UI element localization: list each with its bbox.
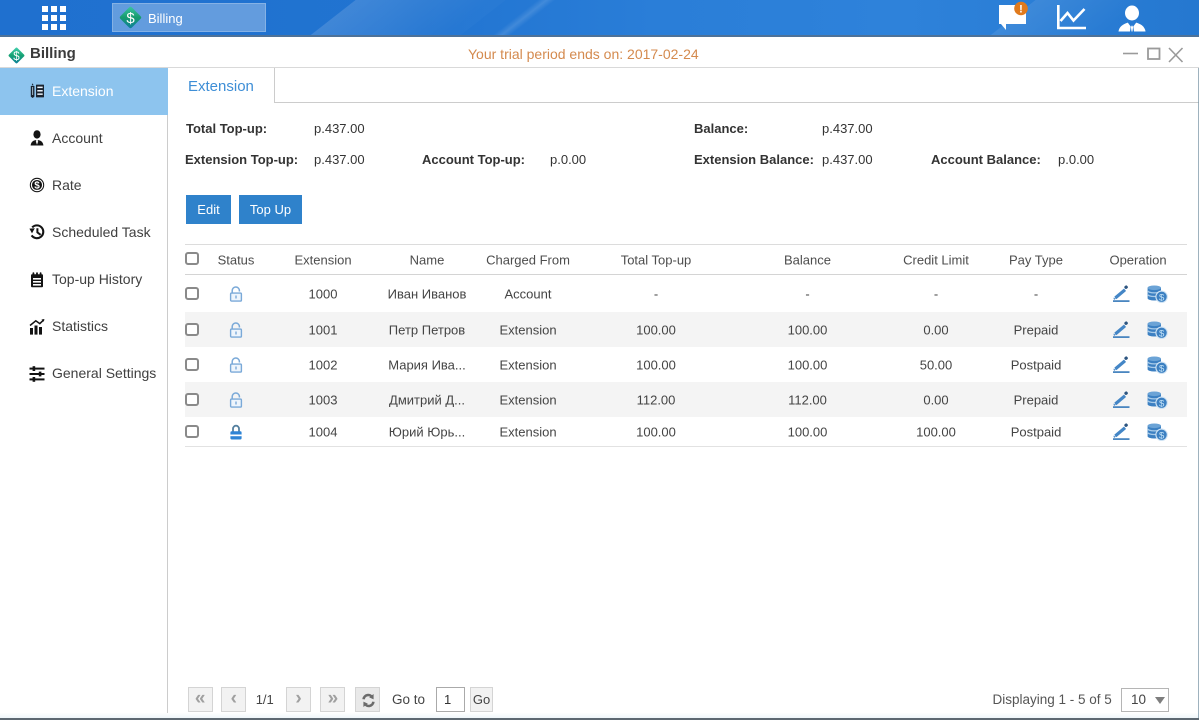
svg-text:$: $ bbox=[126, 10, 135, 27]
svg-text:$: $ bbox=[34, 181, 40, 192]
svg-text:$: $ bbox=[13, 51, 20, 63]
svg-text:$: $ bbox=[1159, 430, 1165, 441]
svg-text:$: $ bbox=[1159, 363, 1165, 374]
svg-text:$: $ bbox=[1159, 398, 1165, 409]
svg-text:!: ! bbox=[1019, 4, 1023, 16]
svg-text:$: $ bbox=[1159, 328, 1165, 339]
svg-text:$: $ bbox=[1159, 292, 1165, 303]
